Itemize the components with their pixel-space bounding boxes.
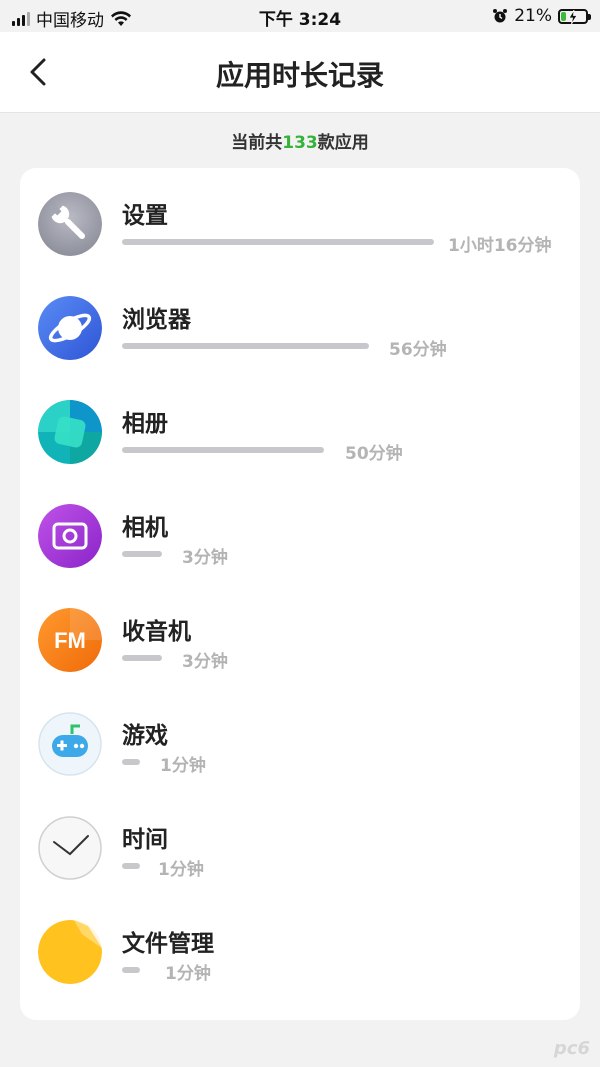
usage-duration: 1分钟: [160, 756, 206, 776]
app-row-clock[interactable]: 时间 1分钟: [20, 792, 580, 896]
alarm-icon: [493, 9, 508, 23]
summary-suffix: 款应用: [317, 133, 369, 153]
app-name: 文件管理: [122, 931, 214, 957]
usage-bar: [122, 655, 162, 661]
camera-icon: [38, 504, 102, 568]
usage-duration: 1分钟: [165, 964, 211, 984]
fm-label: FM: [54, 628, 86, 653]
wrench-icon: [38, 192, 102, 256]
app-name: 时间: [122, 827, 168, 853]
app-name: 游戏: [122, 723, 168, 749]
status-right: 21%: [492, 6, 591, 26]
app-name: 相机: [122, 515, 168, 541]
summary-prefix: 当前共: [231, 133, 283, 153]
usage-bar: [122, 967, 140, 973]
app-row-settings[interactable]: 设置 1小时16分钟: [20, 168, 580, 272]
usage-bar: [122, 863, 140, 869]
battery-percent: 21%: [514, 6, 552, 26]
app-usage-list: 设置 1小时16分钟 浏览器 56分钟 相册 50分钟 相机 3分钟 FM 收音…: [20, 168, 580, 1020]
usage-duration: 56分钟: [389, 340, 447, 360]
usage-bar: [122, 447, 324, 453]
app-row-game[interactable]: 游戏 1分钟: [20, 688, 580, 792]
gamepad-icon: [38, 712, 102, 776]
battery-fill: [561, 11, 566, 21]
app-row-radio[interactable]: FM 收音机 3分钟: [20, 584, 580, 688]
app-name: 收音机: [122, 619, 191, 645]
app-row-gallery[interactable]: 相册 50分钟: [20, 376, 580, 480]
app-row-browser[interactable]: 浏览器 56分钟: [20, 272, 580, 376]
app-count-summary: 当前共133款应用: [0, 128, 600, 153]
usage-duration: 3分钟: [182, 652, 228, 672]
folder-icon: [38, 920, 102, 984]
app-name: 相册: [122, 411, 168, 437]
status-bar: 中国移动 下午 3:24 21%: [0, 0, 600, 32]
clock-icon: [38, 816, 102, 880]
app-count: 133: [282, 133, 318, 153]
fm-radio-icon: FM: [38, 608, 102, 672]
usage-duration: 1分钟: [158, 860, 204, 880]
app-name: 设置: [122, 203, 168, 229]
nav-bar: 应用时长记录: [0, 32, 600, 113]
app-row-files[interactable]: 文件管理 1分钟: [20, 896, 580, 1000]
app-row-camera[interactable]: 相机 3分钟: [20, 480, 580, 584]
usage-duration: 1小时16分钟: [448, 236, 552, 256]
usage-bar: [122, 239, 434, 245]
usage-bar: [122, 759, 140, 765]
usage-bar: [122, 551, 162, 557]
watermark-logo: pc6: [553, 1038, 590, 1059]
battery-icon: [558, 8, 591, 24]
planet-icon: [38, 296, 102, 360]
usage-duration: 3分钟: [182, 548, 228, 568]
app-name: 浏览器: [122, 307, 191, 333]
usage-bar: [122, 343, 369, 349]
usage-duration: 50分钟: [345, 444, 403, 464]
page-title: 应用时长记录: [215, 59, 384, 92]
gallery-icon: [38, 400, 102, 464]
charging-bolt-icon: [568, 9, 578, 24]
